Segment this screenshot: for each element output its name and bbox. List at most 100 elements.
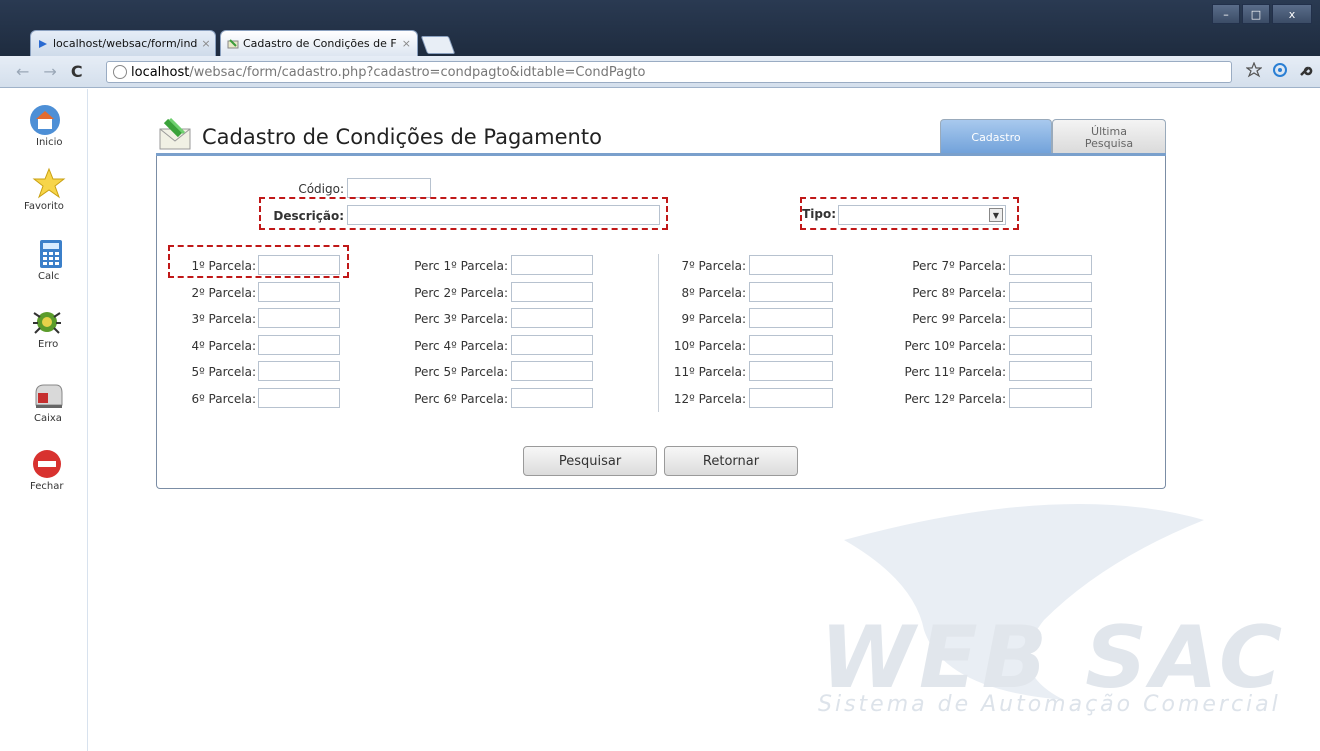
minimize-button[interactable]: – xyxy=(1212,4,1240,24)
sidebar-item-fechar[interactable]: Fechar xyxy=(0,447,88,492)
perc-parcela-6-input[interactable] xyxy=(511,388,593,408)
sidebar: Inicio Favorito Calc Erro Caixa Fechar xyxy=(0,89,88,751)
parcela-label: 6º Parcela: xyxy=(191,392,256,406)
envelope-icon xyxy=(156,117,194,153)
parcela-label: 10º Parcela: xyxy=(673,339,746,353)
perc-parcela-7-input[interactable] xyxy=(1009,255,1092,275)
url-host: localhost xyxy=(131,64,190,80)
perc-parcela-10-input[interactable] xyxy=(1009,335,1092,355)
parcela-label: 8º Parcela: xyxy=(681,286,746,300)
parcela-2-input[interactable] xyxy=(258,282,340,302)
perc-parcela-label: Perc 2º Parcela: xyxy=(414,286,508,300)
perc-parcela-2-input[interactable] xyxy=(511,282,593,302)
wrench-icon[interactable] xyxy=(1298,62,1314,82)
forward-button[interactable]: → xyxy=(43,62,56,81)
tab-label-line2: Pesquisa xyxy=(1084,136,1134,150)
tab-cadastro[interactable]: Cadastro xyxy=(940,119,1052,155)
parcela-label: 1º Parcela: xyxy=(191,259,256,273)
sidebar-item-favorito[interactable]: Favorito xyxy=(0,167,88,212)
sidebar-item-label: Favorito xyxy=(24,201,64,212)
rss-icon[interactable] xyxy=(1272,62,1288,82)
tab-close-icon[interactable]: × xyxy=(197,37,210,50)
perc-parcela-label: Perc 6º Parcela: xyxy=(414,392,508,406)
toolbar-icons xyxy=(1245,61,1314,82)
browser-tab-cadastro[interactable]: Cadastro de Condições de F × xyxy=(220,30,418,56)
parcela-label: 2º Parcela: xyxy=(191,286,256,300)
tab-ultima-pesquisa[interactable]: Última Pesquisa xyxy=(1052,119,1166,155)
parcela-12-input[interactable] xyxy=(749,388,833,408)
perc-parcela-label: Perc 8º Parcela: xyxy=(912,286,1006,300)
parcela-label: 7º Parcela: xyxy=(681,259,746,273)
perc-parcela-label: Perc 1º Parcela: xyxy=(414,259,508,273)
perc-parcela-8-input[interactable] xyxy=(1009,282,1092,302)
browser-toolbar: ← → C localhost/websac/form/cadastro.php… xyxy=(0,56,1320,88)
envelope-favicon-icon xyxy=(227,38,239,50)
parcela-10-input[interactable] xyxy=(749,335,833,355)
parcela-8-input[interactable] xyxy=(749,282,833,302)
parcela-3-input[interactable] xyxy=(258,308,340,328)
sidebar-item-calc[interactable]: Calc xyxy=(0,237,88,282)
url-path: /websac/form/cadastro.php?cadastro=condp… xyxy=(189,64,646,80)
sidebar-item-label: Inicio xyxy=(36,137,63,148)
perc-parcela-9-input[interactable] xyxy=(1009,308,1092,328)
perc-parcela-11-input[interactable] xyxy=(1009,361,1092,381)
close-icon xyxy=(30,447,64,481)
tipo-label: Tipo: xyxy=(802,207,836,221)
perc-parcela-3-input[interactable] xyxy=(511,308,593,328)
close-window-button[interactable]: x xyxy=(1272,4,1312,24)
parcela-label: 5º Parcela: xyxy=(191,365,256,379)
parcela-4-input[interactable] xyxy=(258,335,340,355)
descricao-input[interactable] xyxy=(347,205,660,225)
address-bar[interactable]: localhost/websac/form/cadastro.php?cadas… xyxy=(106,61,1232,83)
parcela-label: 4º Parcela: xyxy=(191,339,256,353)
perc-parcela-label: Perc 3º Parcela: xyxy=(414,312,508,326)
sidebar-item-label: Calc xyxy=(38,271,60,282)
window-controls: – □ x xyxy=(1212,4,1312,24)
parcela-1-input[interactable] xyxy=(258,255,340,275)
sidebar-item-label: Erro xyxy=(38,339,59,350)
perc-parcela-label: Perc 4º Parcela: xyxy=(414,339,508,353)
mailbox-icon xyxy=(32,379,66,413)
codigo-input[interactable] xyxy=(347,178,431,198)
retornar-button[interactable]: Retornar xyxy=(664,446,798,476)
perc-parcela-label: Perc 5º Parcela: xyxy=(414,365,508,379)
sidebar-item-label: Fechar xyxy=(30,481,64,492)
perc-parcela-label: Perc 10º Parcela: xyxy=(904,339,1006,353)
codigo-label: Código: xyxy=(298,182,344,196)
maximize-button[interactable]: □ xyxy=(1242,4,1270,24)
parcela-label: 12º Parcela: xyxy=(673,392,746,406)
parcela-6-input[interactable] xyxy=(258,388,340,408)
perc-parcela-12-input[interactable] xyxy=(1009,388,1092,408)
pesquisar-button[interactable]: Pesquisar xyxy=(523,446,657,476)
sidebar-item-erro[interactable]: Erro xyxy=(0,305,88,350)
tab-title: Cadastro de Condições de F xyxy=(243,37,397,50)
watermark-subtitle: Sistema de Automação Comercial xyxy=(818,692,1281,717)
calculator-icon xyxy=(34,237,68,271)
star-icon xyxy=(32,167,66,201)
sidebar-item-caixa[interactable]: Caixa xyxy=(0,379,88,424)
tab-title: localhost/websac/form/ind xyxy=(53,37,198,50)
browser-tab-index[interactable]: localhost/websac/form/ind × xyxy=(30,30,216,56)
parcela-11-input[interactable] xyxy=(749,361,833,381)
star-icon[interactable] xyxy=(1245,61,1263,82)
reload-button[interactable]: C xyxy=(71,62,83,81)
tab-close-icon[interactable]: × xyxy=(398,37,411,50)
tipo-select[interactable]: ▼ xyxy=(838,205,1006,225)
perc-parcela-4-input[interactable] xyxy=(511,335,593,355)
page-title: Cadastro de Condições de Pagamento xyxy=(202,125,602,149)
descricao-label: Descrição: xyxy=(273,209,344,223)
parcela-label: 11º Parcela: xyxy=(673,365,746,379)
perc-parcela-label: Perc 7º Parcela: xyxy=(912,259,1006,273)
parcela-5-input[interactable] xyxy=(258,361,340,381)
home-icon xyxy=(28,103,62,137)
perc-parcela-1-input[interactable] xyxy=(511,255,593,275)
sidebar-item-inicio[interactable]: Inicio xyxy=(0,103,88,148)
perc-parcela-label: Perc 11º Parcela: xyxy=(904,365,1006,379)
chevron-down-icon: ▼ xyxy=(989,208,1003,222)
back-button[interactable]: ← xyxy=(16,62,29,81)
parcela-9-input[interactable] xyxy=(749,308,833,328)
parcela-7-input[interactable] xyxy=(749,255,833,275)
perc-parcela-label: Perc 12º Parcela: xyxy=(904,392,1006,406)
perc-parcela-5-input[interactable] xyxy=(511,361,593,381)
page-info-icon xyxy=(113,65,127,79)
